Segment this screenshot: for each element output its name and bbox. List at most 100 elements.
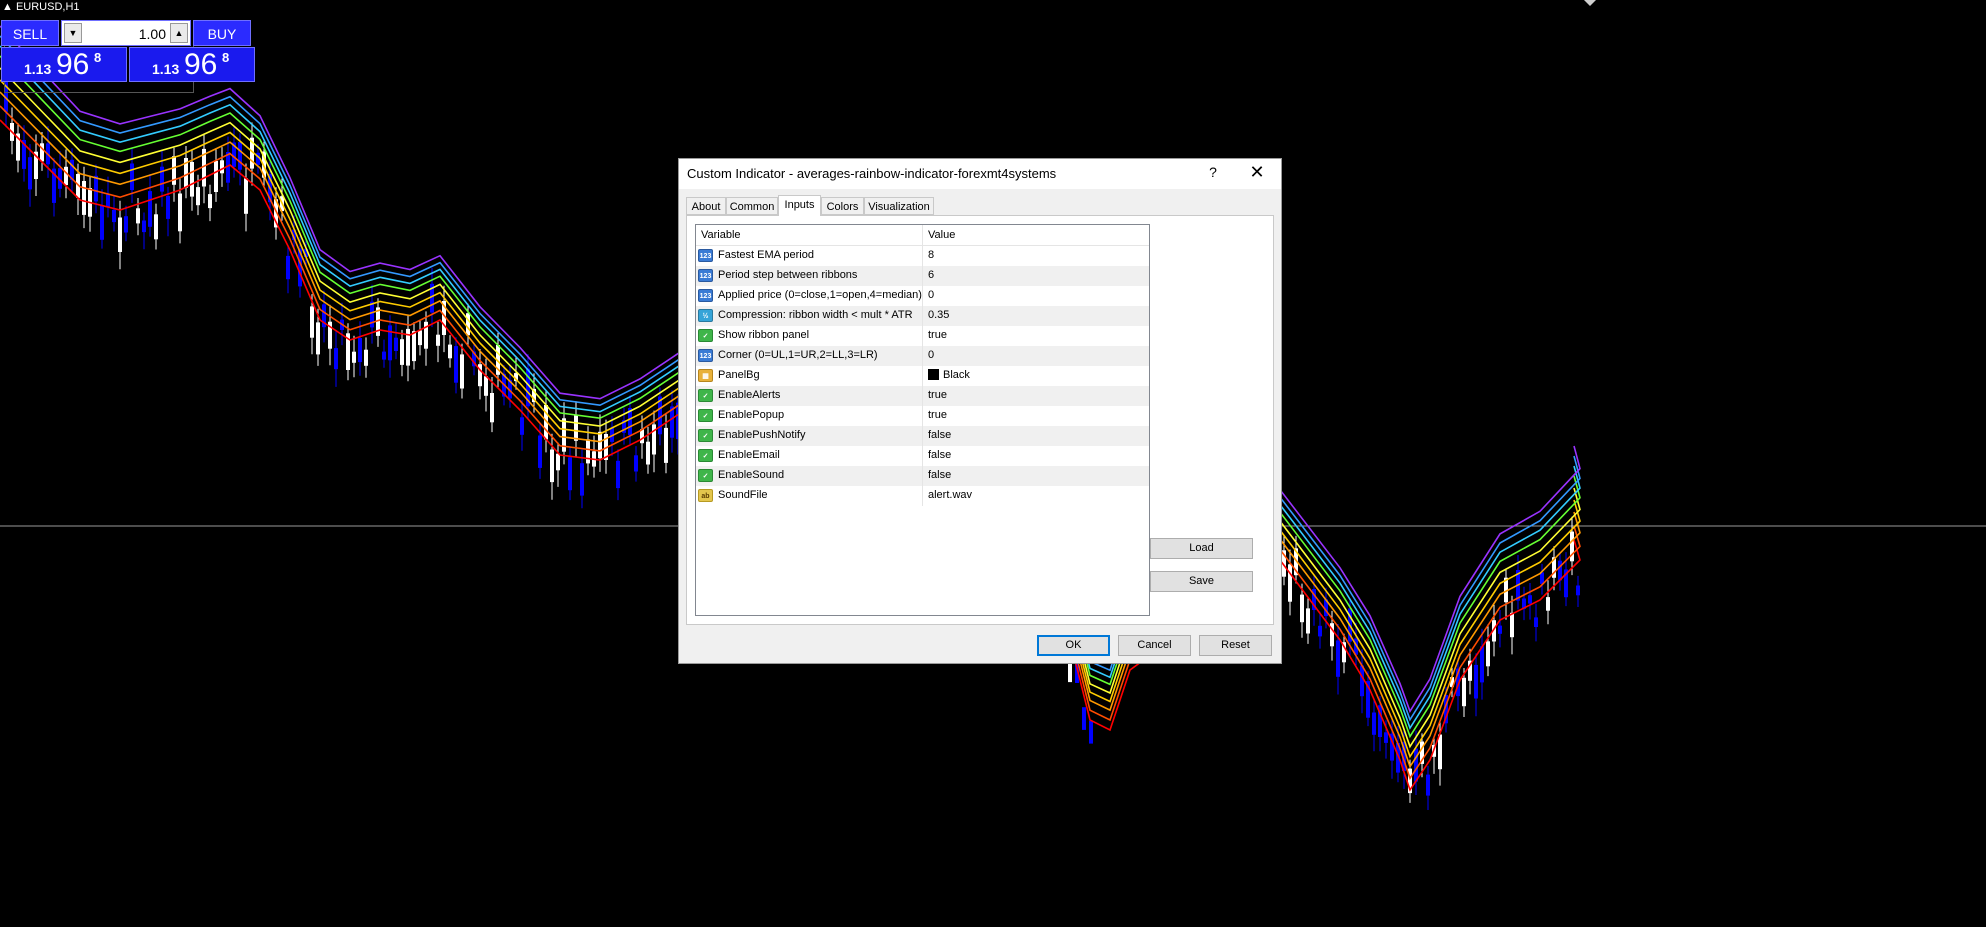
input-value[interactable]: 8 bbox=[928, 249, 934, 261]
input-row[interactable]: ✓ EnableAlerts true bbox=[696, 386, 1149, 406]
buy-price-fraction: 8 bbox=[222, 50, 230, 65]
load-button[interactable]: Load bbox=[1150, 538, 1253, 559]
dialog-titlebar[interactable]: Custom Indicator - averages-rainbow-indi… bbox=[679, 159, 1281, 189]
input-variable-name: EnablePushNotify bbox=[718, 429, 806, 441]
candle-body bbox=[664, 427, 668, 463]
one-click-trading-panel: SELL ▼ ▲ BUY 1.13 96 8 1.13 96 8 bbox=[0, 20, 255, 82]
tab-visualization[interactable]: Visualization bbox=[864, 197, 934, 215]
input-row[interactable]: 123 Period step between ribbons 6 bbox=[696, 266, 1149, 286]
candle-body bbox=[82, 181, 86, 215]
lot-size-input[interactable] bbox=[84, 23, 168, 45]
candle-body bbox=[220, 160, 224, 174]
input-value[interactable]: Black bbox=[928, 369, 970, 381]
input-row[interactable]: 123 Corner (0=UL,1=UR,2=LL,3=LR) 0 bbox=[696, 346, 1149, 366]
input-row[interactable]: ✓ EnablePopup true bbox=[696, 406, 1149, 426]
buy-button[interactable]: BUY bbox=[193, 20, 251, 46]
buy-price-button[interactable]: 1.13 96 8 bbox=[129, 47, 255, 82]
candle-body bbox=[1480, 646, 1484, 683]
int-type-icon: 123 bbox=[698, 349, 713, 362]
string-type-icon: ab bbox=[698, 489, 713, 502]
scroll-marker-icon[interactable] bbox=[1584, 0, 1596, 6]
input-row[interactable]: ✓ EnablePushNotify false bbox=[696, 426, 1149, 446]
candle-body bbox=[214, 160, 218, 192]
help-icon[interactable]: ? bbox=[1203, 164, 1223, 180]
variable-column-header[interactable]: Variable bbox=[701, 229, 741, 241]
int-type-icon: 123 bbox=[698, 269, 713, 282]
input-value[interactable]: 0 bbox=[928, 349, 934, 361]
candle-body bbox=[454, 346, 458, 383]
input-row[interactable]: ✓ Show ribbon panel true bbox=[696, 326, 1149, 346]
column-divider[interactable] bbox=[922, 225, 923, 245]
candle-body bbox=[238, 141, 242, 170]
column-divider bbox=[922, 426, 923, 446]
candle-body bbox=[1288, 564, 1292, 602]
candle-body bbox=[1498, 625, 1502, 634]
bool-type-icon: ✓ bbox=[698, 389, 713, 402]
sell-button[interactable]: SELL bbox=[1, 20, 59, 46]
column-divider bbox=[922, 406, 923, 426]
ok-button[interactable]: OK bbox=[1037, 635, 1110, 656]
candle-body bbox=[358, 338, 362, 363]
input-value[interactable]: alert.wav bbox=[928, 489, 972, 501]
input-row[interactable]: ✓ EnableSound false bbox=[696, 466, 1149, 486]
input-value-text: 0 bbox=[928, 289, 935, 301]
dialog-title: Custom Indicator - averages-rainbow-indi… bbox=[687, 166, 1057, 181]
lot-decrease-button[interactable]: ▼ bbox=[64, 23, 82, 43]
input-value[interactable]: false bbox=[928, 429, 951, 441]
input-value-text: true bbox=[928, 329, 947, 341]
color-type-icon: ▦ bbox=[698, 369, 713, 382]
candle-body bbox=[436, 334, 440, 346]
input-row[interactable]: ½ Compression: ribbon width < mult * ATR 0… bbox=[696, 306, 1149, 326]
save-button[interactable]: Save bbox=[1150, 571, 1253, 592]
cancel-button[interactable]: Cancel bbox=[1118, 635, 1191, 656]
candle-body bbox=[1474, 664, 1478, 699]
input-row[interactable]: 123 Fastest EMA period 8 bbox=[696, 246, 1149, 266]
input-value[interactable]: true bbox=[928, 409, 947, 421]
candle-body bbox=[418, 330, 422, 346]
candle-body bbox=[310, 306, 314, 338]
candle-body bbox=[1089, 720, 1093, 744]
candle-body bbox=[1576, 585, 1580, 596]
double-type-icon: ½ bbox=[698, 309, 713, 322]
lot-size-stepper: ▼ ▲ bbox=[61, 20, 191, 46]
column-divider bbox=[922, 246, 923, 266]
tab-inputs[interactable]: Inputs bbox=[778, 195, 821, 216]
sell-price-button[interactable]: 1.13 96 8 bbox=[1, 47, 127, 82]
input-value-text: alert.wav bbox=[928, 489, 973, 501]
candle-body bbox=[196, 187, 200, 206]
tab-colors[interactable]: Colors bbox=[821, 197, 864, 215]
candle-body bbox=[130, 163, 134, 190]
input-value[interactable]: 0.35 bbox=[928, 309, 949, 321]
input-value[interactable]: true bbox=[928, 389, 947, 401]
tab-common[interactable]: Common bbox=[726, 197, 778, 215]
candle-body bbox=[142, 220, 146, 233]
candle-body bbox=[538, 435, 542, 468]
candle-body bbox=[448, 344, 452, 359]
candle-body bbox=[94, 175, 98, 202]
candle-body bbox=[382, 351, 386, 360]
column-divider bbox=[922, 266, 923, 286]
tab-about[interactable]: About bbox=[686, 197, 726, 215]
column-divider bbox=[922, 486, 923, 506]
input-row[interactable]: ab SoundFile alert.wav bbox=[696, 486, 1149, 506]
input-value[interactable]: false bbox=[928, 449, 951, 461]
input-row[interactable]: ✓ EnableEmail false bbox=[696, 446, 1149, 466]
input-variable-name: PanelBg bbox=[718, 369, 760, 381]
column-divider bbox=[922, 466, 923, 486]
input-variable-name: Period step between ribbons bbox=[718, 269, 858, 281]
input-value[interactable]: 0 bbox=[928, 289, 934, 301]
input-value[interactable]: 6 bbox=[928, 269, 934, 281]
reset-button[interactable]: Reset bbox=[1199, 635, 1272, 656]
close-icon[interactable]: ✕ bbox=[1245, 162, 1269, 183]
candle-body bbox=[1336, 640, 1340, 677]
input-value[interactable]: true bbox=[928, 329, 947, 341]
column-divider bbox=[922, 346, 923, 366]
input-row[interactable]: ▦ PanelBg Black bbox=[696, 366, 1149, 386]
bool-type-icon: ✓ bbox=[698, 329, 713, 342]
value-column-header[interactable]: Value bbox=[928, 229, 955, 241]
input-value[interactable]: false bbox=[928, 469, 951, 481]
input-row[interactable]: 123 Applied price (0=close,1=open,4=media… bbox=[696, 286, 1149, 306]
input-variable-name: EnableEmail bbox=[718, 449, 780, 461]
int-type-icon: 123 bbox=[698, 289, 713, 302]
lot-increase-button[interactable]: ▲ bbox=[170, 23, 188, 43]
